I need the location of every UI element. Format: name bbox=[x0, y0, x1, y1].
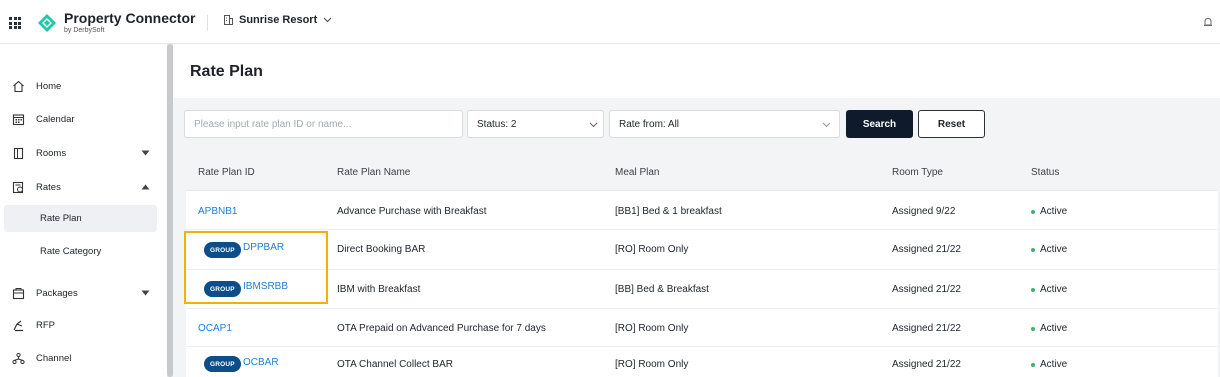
status-select-value: Status: 2 bbox=[477, 119, 517, 130]
rate-from-select[interactable]: Rate from: All bbox=[609, 110, 840, 138]
caret-down-icon bbox=[141, 150, 150, 156]
meal-plan: [RO] Room Only bbox=[615, 244, 689, 255]
sidebar-subitem-label: Rate Category bbox=[40, 246, 102, 257]
table-row[interactable]: GROUP DPPBAR Direct Booking BAR [RO] Roo… bbox=[186, 230, 1218, 270]
rate-plan-id-link[interactable]: APBNB1 bbox=[198, 206, 237, 217]
rate-plan-name: IBM with Breakfast bbox=[337, 284, 421, 295]
property-selector[interactable]: Sunrise Resort bbox=[224, 14, 332, 26]
sidebar-item-label: Rooms bbox=[36, 147, 67, 159]
meal-plan: [BB] Bed & Breakfast bbox=[615, 284, 709, 295]
chevron-down-icon bbox=[822, 122, 831, 128]
room-type: Assigned 21/22 bbox=[892, 284, 961, 295]
table-row[interactable]: GROUP IBMSRBB IBM with Breakfast [BB] Be… bbox=[186, 270, 1218, 309]
room-type: Assigned 21/22 bbox=[892, 244, 961, 255]
rate-plan-id-link[interactable]: OCBAR bbox=[243, 357, 279, 368]
status-dot bbox=[1031, 363, 1035, 367]
column-header-status[interactable]: Status bbox=[1031, 167, 1059, 178]
apps-grid-icon[interactable] bbox=[9, 17, 21, 29]
brand-subtitle: by DerbySoft bbox=[64, 27, 105, 34]
sidebar-item-label: RFP bbox=[36, 319, 55, 331]
status-select[interactable]: Status: 2 bbox=[467, 110, 604, 138]
rate-plan-id-link[interactable]: DPPBAR bbox=[243, 242, 284, 253]
sidebar-item-label: Home bbox=[36, 80, 62, 92]
search-input[interactable] bbox=[184, 110, 463, 138]
brand-name: Property Connector bbox=[64, 10, 196, 26]
sidebar-subitem-rate-plan[interactable]: Rate Plan bbox=[4, 205, 157, 232]
status-text: Active bbox=[1040, 206, 1068, 217]
rates-icon bbox=[12, 181, 24, 193]
rate-plan-name: OTA Prepaid on Advanced Purchase for 7 d… bbox=[337, 323, 546, 334]
sidebar-item-packages[interactable]: Packages bbox=[0, 281, 167, 305]
status-text: Active bbox=[1040, 359, 1068, 370]
property-connector-logo bbox=[38, 14, 56, 32]
rate-plan-name: Direct Booking BAR bbox=[337, 244, 426, 255]
search-button[interactable]: Search bbox=[846, 110, 913, 138]
status-dot bbox=[1031, 327, 1035, 331]
column-header-rate-plan-name[interactable]: Rate Plan Name bbox=[337, 167, 410, 178]
sidebar-item-label: Channel bbox=[36, 352, 72, 364]
group-badge: GROUP bbox=[204, 281, 241, 297]
calendar-icon bbox=[12, 113, 25, 125]
table-row[interactable]: GROUP OCBAR OTA Channel Collect BAR [RO]… bbox=[186, 347, 1218, 377]
room-type: Assigned 21/22 bbox=[892, 323, 961, 334]
rate-plan-name: OTA Channel Collect BAR bbox=[337, 359, 453, 370]
header-divider bbox=[207, 15, 208, 31]
sidebar-item-rfp[interactable]: RFP bbox=[0, 313, 167, 337]
home-icon bbox=[13, 80, 24, 92]
chevron-down-icon bbox=[323, 17, 332, 23]
sidebar-subitem-label: Rate Plan bbox=[40, 213, 82, 224]
status-dot bbox=[1031, 288, 1035, 292]
meal-plan: [BB1] Bed & 1 breakfast bbox=[615, 206, 722, 217]
rate-from-select-value: Rate from: All bbox=[619, 119, 680, 130]
page-header: Rate Plan bbox=[173, 44, 1220, 98]
sidebar-item-calendar[interactable]: Calendar bbox=[0, 107, 167, 131]
room-type: Assigned 9/22 bbox=[892, 206, 956, 217]
status-text: Active bbox=[1040, 244, 1068, 255]
sidebar-item-channel[interactable]: Channel bbox=[0, 346, 167, 370]
sidebar-item-label: Calendar bbox=[36, 113, 75, 125]
sidebar-item-rooms[interactable]: Rooms bbox=[0, 141, 167, 165]
rooms-icon bbox=[13, 147, 24, 159]
table-row[interactable]: APBNB1 Advance Purchase with Breakfast [… bbox=[186, 192, 1218, 230]
bell-icon[interactable] bbox=[1203, 17, 1213, 28]
table-row[interactable]: OCAP1 OTA Prepaid on Advanced Purchase f… bbox=[186, 309, 1218, 347]
chevron-down-icon bbox=[589, 122, 598, 128]
sidebar-subitem-rate-category[interactable]: Rate Category bbox=[4, 238, 157, 265]
column-header-room-type[interactable]: Room Type bbox=[892, 167, 943, 178]
channel-icon bbox=[12, 352, 25, 364]
meal-plan: [RO] Room Only bbox=[615, 323, 689, 334]
status-dot bbox=[1031, 248, 1035, 252]
room-type: Assigned 21/22 bbox=[892, 359, 961, 370]
sidebar-item-label: Packages bbox=[36, 287, 78, 299]
status-text: Active bbox=[1040, 284, 1068, 295]
table-header: Rate Plan ID Rate Plan Name Meal Plan Ro… bbox=[186, 150, 1218, 191]
status-dot bbox=[1031, 210, 1035, 214]
column-header-meal-plan[interactable]: Meal Plan bbox=[615, 167, 659, 178]
page-title: Rate Plan bbox=[190, 63, 263, 80]
property-name: Sunrise Resort bbox=[239, 14, 318, 26]
group-badge: GROUP bbox=[204, 356, 241, 372]
rate-plan-id-link[interactable]: OCAP1 bbox=[198, 323, 232, 334]
status-text: Active bbox=[1040, 323, 1068, 334]
column-header-rate-plan-id[interactable]: Rate Plan ID bbox=[198, 167, 255, 178]
sidebar-item-label: Rates bbox=[36, 181, 61, 193]
rate-plan-id-link[interactable]: IBMSRBB bbox=[243, 281, 288, 292]
rate-plan-table: Rate Plan ID Rate Plan Name Meal Plan Ro… bbox=[186, 150, 1218, 377]
group-badge: GROUP bbox=[204, 242, 241, 258]
building-icon bbox=[224, 15, 233, 25]
caret-up-icon bbox=[141, 184, 150, 190]
sidebar-item-home[interactable]: Home bbox=[0, 74, 167, 98]
top-bar: Property Connector by DerbySoft Sunrise … bbox=[0, 0, 1220, 44]
packages-icon bbox=[12, 287, 25, 299]
caret-down-icon bbox=[141, 290, 150, 296]
meal-plan: [RO] Room Only bbox=[615, 359, 689, 370]
reset-button[interactable]: Reset bbox=[918, 110, 985, 138]
rfp-icon bbox=[13, 320, 23, 331]
sidebar-item-rates[interactable]: Rates bbox=[0, 175, 167, 199]
rate-plan-name: Advance Purchase with Breakfast bbox=[337, 206, 487, 217]
